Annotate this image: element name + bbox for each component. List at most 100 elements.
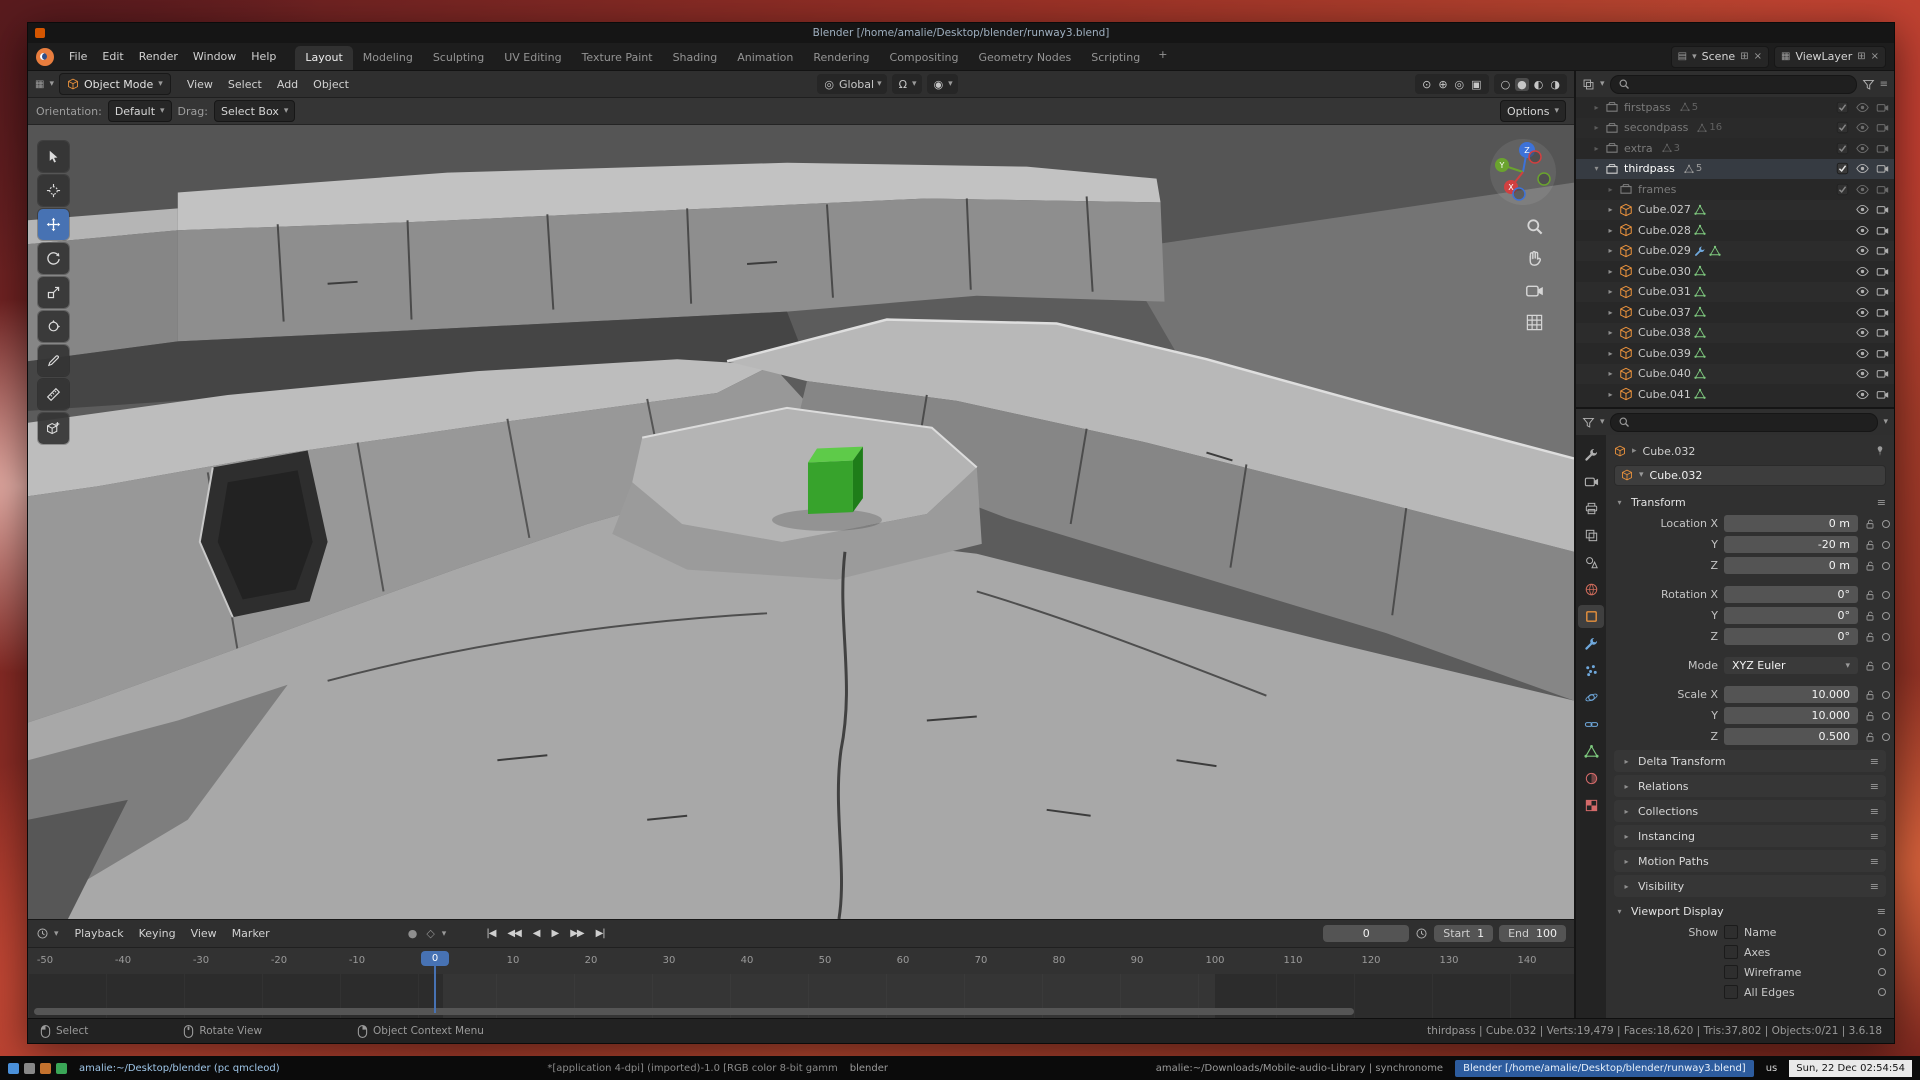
lock-icon[interactable] (1864, 610, 1876, 622)
workspace-tab-geometry-nodes[interactable]: Geometry Nodes (968, 46, 1081, 70)
orientation-dropdown[interactable]: Default ▾ (108, 100, 172, 122)
viewport-display-panel-header[interactable]: ▾ Viewport Display ≡ (1614, 900, 1886, 922)
visibility-toggle[interactable]: ⊙ (1420, 78, 1433, 91)
disclosure-arrow-icon[interactable]: ▸ (1591, 123, 1602, 132)
scene-selector[interactable]: ▤ ▾ Scene ⊞ × (1671, 46, 1769, 68)
workspace-tab-uv-editing[interactable]: UV Editing (494, 46, 571, 70)
play-button[interactable]: ▶ (546, 926, 563, 941)
menu-edit[interactable]: Edit (95, 47, 130, 66)
taskbar-workspace-title[interactable]: amalie:~/Desktop/blender (pc qmcleod) (79, 1063, 280, 1074)
workspace-tab-texture-paint[interactable]: Texture Paint (572, 46, 663, 70)
outliner-item-name[interactable]: secondpass (1624, 121, 1688, 134)
taskbar-gimp-window-title[interactable]: *[application 4-dpi] (imported)-1.0 [RGB… (547, 1063, 837, 1074)
launcher-icon[interactable] (56, 1063, 67, 1074)
move-tool[interactable] (38, 209, 69, 240)
menu-window[interactable]: Window (186, 47, 243, 66)
section-collections[interactable]: ▸ Collections ≡ (1614, 800, 1886, 822)
hide-eye-icon[interactable] (1856, 203, 1869, 216)
outliner-row-firstpass[interactable]: ▸ firstpass 5 (1576, 97, 1894, 118)
exclude-checkbox-icon[interactable] (1836, 183, 1849, 196)
outliner-item-name[interactable]: frames (1638, 183, 1676, 196)
lock-icon[interactable] (1864, 731, 1876, 743)
navigation-gizmo[interactable]: Z Y X (1488, 137, 1558, 207)
tab-tool[interactable] (1578, 443, 1604, 466)
hide-eye-icon[interactable] (1856, 162, 1869, 175)
tab-material[interactable] (1578, 767, 1604, 790)
menu-object[interactable]: Object (306, 75, 356, 94)
current-frame-field[interactable]: 0 (1323, 925, 1409, 942)
overlays-toggle[interactable]: ◎ (1453, 78, 1467, 91)
properties-search-input[interactable] (1610, 413, 1879, 432)
3d-viewport[interactable]: Z Y X (28, 125, 1574, 919)
use-preview-range-icon[interactable] (1415, 927, 1428, 940)
unlink-scene-icon[interactable]: × (1754, 51, 1762, 62)
hide-eye-icon[interactable] (1856, 306, 1869, 319)
exclude-checkbox-icon[interactable] (1836, 101, 1849, 114)
gizmos-toggle[interactable]: ⊕ (1436, 78, 1449, 91)
keying-set-icon[interactable]: ◇ (424, 927, 436, 940)
menu-view[interactable]: View (180, 75, 220, 94)
checkbox-label[interactable]: Name (1744, 926, 1776, 939)
hide-eye-icon[interactable] (1856, 347, 1869, 360)
value-field[interactable]: -20 m (1724, 536, 1858, 553)
outliner-item-name[interactable]: extra (1624, 142, 1653, 155)
workspace-tab-scripting[interactable]: Scripting (1081, 46, 1150, 70)
tab-texture[interactable] (1578, 794, 1604, 817)
timeline-ruler[interactable]: -50-40-30-20-100102030405060708090100110… (28, 947, 1574, 974)
disclosure-arrow-icon[interactable]: ▸ (1605, 349, 1616, 358)
panel-menu-icon[interactable]: ≡ (1870, 755, 1879, 768)
disclosure-arrow-icon[interactable]: ▸ (1605, 328, 1616, 337)
viewport-canvas[interactable] (28, 125, 1574, 919)
section-visibility[interactable]: ▸ Visibility ≡ (1614, 875, 1886, 897)
outliner-row-frames[interactable]: ▸ frames (1576, 179, 1894, 200)
timeline-track[interactable] (28, 974, 1574, 1018)
tab-object-properties[interactable] (1578, 605, 1604, 628)
menu-add[interactable]: Add (270, 75, 305, 94)
next-keyframe-button[interactable]: ▶▶ (565, 926, 588, 941)
outliner-row-cube-038[interactable]: ▸ Cube.038 (1576, 323, 1894, 344)
mode-selector[interactable]: Object Mode ▾ (59, 73, 171, 95)
tab-render[interactable] (1578, 470, 1604, 493)
outliner-item-name[interactable]: Cube.037 (1638, 306, 1691, 319)
value-field[interactable]: 10.000 (1724, 707, 1858, 724)
shading-solid[interactable]: ● (1515, 78, 1529, 91)
disable-render-camera-icon[interactable] (1876, 265, 1889, 278)
outliner-row-cube-041[interactable]: ▸ Cube.041 (1576, 384, 1894, 405)
panel-menu-icon[interactable]: ≡ (1870, 805, 1879, 818)
measure-tool[interactable] (38, 379, 69, 410)
outliner-row-cube-037[interactable]: ▸ Cube.037 (1576, 302, 1894, 323)
menu-playback[interactable]: Playback (68, 924, 131, 943)
cursor-tool[interactable] (38, 175, 69, 206)
outliner-item-name[interactable]: Cube.030 (1638, 265, 1691, 278)
drag-dropdown[interactable]: Select Box ▾ (214, 100, 295, 122)
editor-type-icon[interactable] (1582, 416, 1595, 429)
panel-menu-icon[interactable]: ≡ (1877, 905, 1886, 918)
menu-tl-view[interactable]: View (184, 924, 224, 943)
camera-view-icon[interactable] (1525, 281, 1544, 300)
exclude-checkbox-icon[interactable] (1836, 142, 1849, 155)
animate-dot[interactable] (1878, 948, 1886, 956)
disclosure-arrow-icon[interactable]: ▸ (1605, 390, 1616, 399)
playhead[interactable]: 0 (421, 951, 449, 966)
tab-view-layer[interactable] (1578, 524, 1604, 547)
menu-marker[interactable]: Marker (225, 924, 277, 943)
outliner-item-name[interactable]: Cube.040 (1638, 367, 1691, 380)
disable-render-camera-icon[interactable] (1876, 183, 1889, 196)
proportional-editing-icon[interactable]: ◉ (932, 78, 946, 91)
hide-eye-icon[interactable] (1856, 388, 1869, 401)
panel-menu-icon[interactable]: ≡ (1870, 855, 1879, 868)
checkbox[interactable] (1724, 985, 1738, 999)
section-relations[interactable]: ▸ Relations ≡ (1614, 775, 1886, 797)
animate-dot[interactable] (1882, 691, 1890, 699)
taskbar-music-entry[interactable]: amalie:~/Downloads/Mobile-audio-Library … (1156, 1063, 1443, 1074)
editor-type-icon[interactable] (36, 927, 49, 940)
animate-dot[interactable] (1882, 712, 1890, 720)
lock-icon[interactable] (1864, 660, 1876, 672)
disclosure-arrow-icon[interactable]: ▸ (1591, 103, 1602, 112)
select-box-tool[interactable] (38, 141, 69, 172)
outliner-row-cube-029[interactable]: ▸ Cube.029 (1576, 241, 1894, 262)
shading-rendered[interactable]: ◑ (1548, 78, 1562, 91)
checkbox-label[interactable]: Wireframe (1744, 966, 1801, 979)
jump-to-start-button[interactable]: |◀ (481, 926, 500, 941)
workspace-tab-sculpting[interactable]: Sculpting (423, 46, 494, 70)
